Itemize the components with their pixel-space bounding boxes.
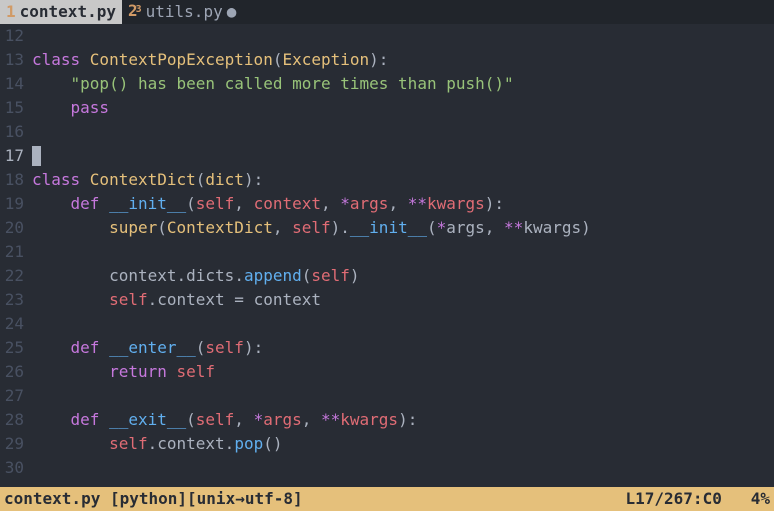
- tab-bar: 1 context.py 23 utils.py ●: [0, 0, 774, 24]
- tab-index: 23: [128, 0, 142, 26]
- code-line[interactable]: 24: [0, 312, 774, 336]
- tab-context-py[interactable]: 1 context.py: [0, 0, 122, 24]
- line-number: 16: [0, 120, 32, 144]
- code-content: [32, 24, 774, 48]
- code-line[interactable]: 30: [0, 456, 774, 480]
- code-line[interactable]: 14 "pop() has been called more times tha…: [0, 72, 774, 96]
- code-line[interactable]: 12: [0, 24, 774, 48]
- code-content: class ContextPopException(Exception):: [32, 48, 774, 72]
- code-content: def __init__(self, context, *args, **kwa…: [32, 192, 774, 216]
- code-line[interactable]: 28 def __exit__(self, *args, **kwargs):: [0, 408, 774, 432]
- status-bar: context.py [python][unix→utf-8] L17/267:…: [0, 487, 774, 511]
- tab-label: context.py: [20, 0, 116, 24]
- code-content: [32, 240, 774, 264]
- status-right: L17/267:C0 4%: [626, 487, 771, 511]
- code-content: return self: [32, 360, 774, 384]
- code-line[interactable]: 20 super(ContextDict, self).__init__(*ar…: [0, 216, 774, 240]
- code-content: pass: [32, 96, 774, 120]
- code-line[interactable]: 13class ContextPopException(Exception):: [0, 48, 774, 72]
- line-number: 15: [0, 96, 32, 120]
- line-number: 20: [0, 216, 32, 240]
- line-number: 18: [0, 168, 32, 192]
- modified-indicator-icon: ●: [227, 0, 237, 24]
- line-number: 13: [0, 48, 32, 72]
- line-number: 22: [0, 264, 32, 288]
- tab-index: 1: [6, 0, 16, 24]
- line-number: 12: [0, 24, 32, 48]
- code-content: "pop() has been called more times than p…: [32, 72, 774, 96]
- code-content: self.context.pop(): [32, 432, 774, 456]
- status-left: context.py [python][unix→utf-8]: [4, 487, 626, 511]
- code-line[interactable]: 15 pass: [0, 96, 774, 120]
- code-line[interactable]: 26 return self: [0, 360, 774, 384]
- code-content: super(ContextDict, self).__init__(*args,…: [32, 216, 774, 240]
- code-line[interactable]: 18class ContextDict(dict):: [0, 168, 774, 192]
- line-number: 30: [0, 456, 32, 480]
- code-content: self.context = context: [32, 288, 774, 312]
- line-number: 14: [0, 72, 32, 96]
- line-number: 26: [0, 360, 32, 384]
- code-content: [32, 144, 774, 168]
- line-number: 29: [0, 432, 32, 456]
- code-line[interactable]: 25 def __enter__(self):: [0, 336, 774, 360]
- code-content: [32, 456, 774, 480]
- code-line[interactable]: 19 def __init__(self, context, *args, **…: [0, 192, 774, 216]
- tab-utils-py[interactable]: 23 utils.py ●: [122, 0, 242, 24]
- code-content: [32, 384, 774, 408]
- code-content: class ContextDict(dict):: [32, 168, 774, 192]
- text-cursor: [32, 146, 41, 166]
- line-number: 21: [0, 240, 32, 264]
- line-number: 17: [0, 144, 32, 168]
- code-editor[interactable]: 1213class ContextPopException(Exception)…: [0, 24, 774, 487]
- code-content: def __enter__(self):: [32, 336, 774, 360]
- code-line[interactable]: 22 context.dicts.append(self): [0, 264, 774, 288]
- line-number: 25: [0, 336, 32, 360]
- code-line[interactable]: 21: [0, 240, 774, 264]
- line-number: 23: [0, 288, 32, 312]
- line-number: 28: [0, 408, 32, 432]
- code-line[interactable]: 27: [0, 384, 774, 408]
- code-line[interactable]: 29 self.context.pop(): [0, 432, 774, 456]
- code-line[interactable]: 23 self.context = context: [0, 288, 774, 312]
- code-line[interactable]: 16: [0, 120, 774, 144]
- code-content: def __exit__(self, *args, **kwargs):: [32, 408, 774, 432]
- line-number: 27: [0, 384, 32, 408]
- code-line[interactable]: 17: [0, 144, 774, 168]
- tab-label: utils.py: [146, 0, 223, 24]
- code-content: context.dicts.append(self): [32, 264, 774, 288]
- code-content: [32, 120, 774, 144]
- line-number: 24: [0, 312, 32, 336]
- code-content: [32, 312, 774, 336]
- line-number: 19: [0, 192, 32, 216]
